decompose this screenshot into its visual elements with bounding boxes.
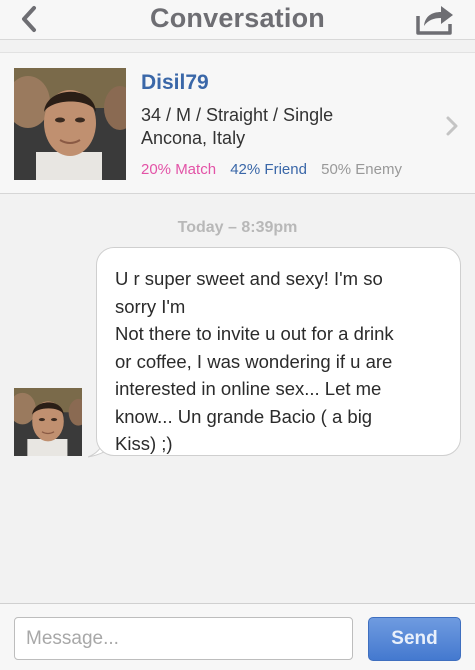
message-line: U r super sweet and sexy! I'm so xyxy=(115,268,383,289)
match-percentage: 20% Match xyxy=(141,161,217,178)
message-line: Not there to invite u out for a drink xyxy=(115,323,394,344)
message-line: know... Un grande Bacio ( a big xyxy=(115,405,373,427)
profile-details: 34 / M / Straight / Single xyxy=(141,105,334,125)
avatar xyxy=(14,68,126,180)
message-line: interested in online sex... Let me xyxy=(115,378,382,399)
share-button[interactable] xyxy=(410,2,458,36)
message-line: Kiss) ;) xyxy=(115,433,173,454)
message-composer: Send xyxy=(0,603,475,670)
profile-summary[interactable]: Disil79 34 / M / Straight / Single Ancon… xyxy=(0,52,475,194)
share-icon xyxy=(416,6,453,35)
profile-location: Ancona, Italy xyxy=(141,128,246,148)
chevron-right-icon xyxy=(446,116,458,136)
friend-percentage: 42% Friend xyxy=(230,161,307,178)
page-title: Conversation xyxy=(150,3,325,33)
send-button[interactable]: Send xyxy=(368,617,461,661)
sender-avatar[interactable] xyxy=(14,388,82,456)
message-line: sorry I'm xyxy=(115,295,186,317)
profile-username: Disil79 xyxy=(141,71,209,94)
navigation-bar: Conversation xyxy=(0,0,475,40)
enemy-percentage: 50% Enemy xyxy=(321,161,402,178)
message-line: or coffee, I was wondering if u are xyxy=(115,350,393,372)
compatibility-stats: 20% Match 42% Friend 50% Enemy xyxy=(141,161,402,178)
message-timestamp: Today – 8:39pm xyxy=(177,219,298,236)
message-bubble: U r super sweet and sexy! I'm so sorry I… xyxy=(96,247,461,456)
message-input[interactable] xyxy=(14,617,353,660)
